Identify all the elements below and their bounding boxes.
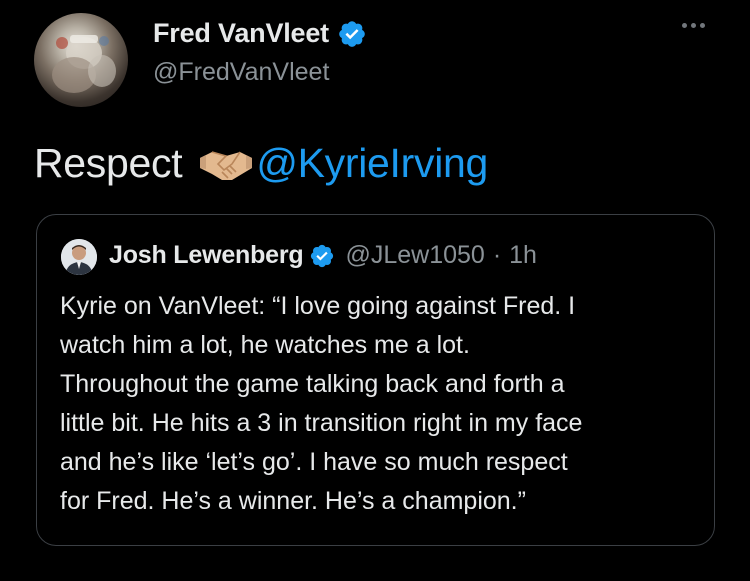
verified-badge-icon <box>311 244 334 267</box>
handshake-emoji <box>200 150 253 180</box>
quoted-author-avatar[interactable] <box>61 239 97 275</box>
author-name-row[interactable]: Fred VanVleet <box>153 18 367 49</box>
author-handle[interactable]: @FredVanVleet <box>153 58 329 87</box>
quoted-text-line: little bit. He hits a 3 in transition ri… <box>60 409 583 437</box>
quoted-separator: · <box>492 241 502 269</box>
quoted-display-name[interactable]: Josh Lewenberg <box>109 241 304 270</box>
tweet-text: Respect @KyrieIrving <box>34 140 488 187</box>
quoted-tweet-text: Kyrie on VanVleet: “I love going against… <box>60 287 700 521</box>
quoted-header: Josh Lewenberg @JLew1050 · 1h <box>109 241 537 270</box>
author-display-name[interactable]: Fred VanVleet <box>153 18 329 49</box>
more-dot <box>682 23 687 28</box>
quoted-text-line: and he’s like ‘let’s go’. I have so much… <box>60 448 568 476</box>
quoted-text-line: Throughout the game talking back and for… <box>60 370 565 398</box>
quoted-text-line: watch him a lot, he watches me a lot. <box>60 331 470 359</box>
more-dot <box>700 23 705 28</box>
quoted-handle[interactable]: @JLew1050 <box>345 241 484 270</box>
tweet-text-body: Respect <box>34 140 183 186</box>
verified-badge-icon <box>339 20 365 47</box>
quoted-tweet-card[interactable]: Josh Lewenberg @JLew1050 · 1h Kyrie on V… <box>36 214 715 546</box>
more-options-icon[interactable] <box>682 23 705 28</box>
more-dot <box>691 23 696 28</box>
mention-link[interactable]: @KyrieIrving <box>256 140 488 187</box>
author-avatar[interactable] <box>34 13 128 107</box>
quoted-text-line: Kyrie on VanVleet: “I love going against… <box>60 292 576 320</box>
quoted-text-line: for Fred. He’s a winner. He’s a champion… <box>60 487 526 515</box>
quoted-timestamp[interactable]: 1h <box>509 241 537 270</box>
